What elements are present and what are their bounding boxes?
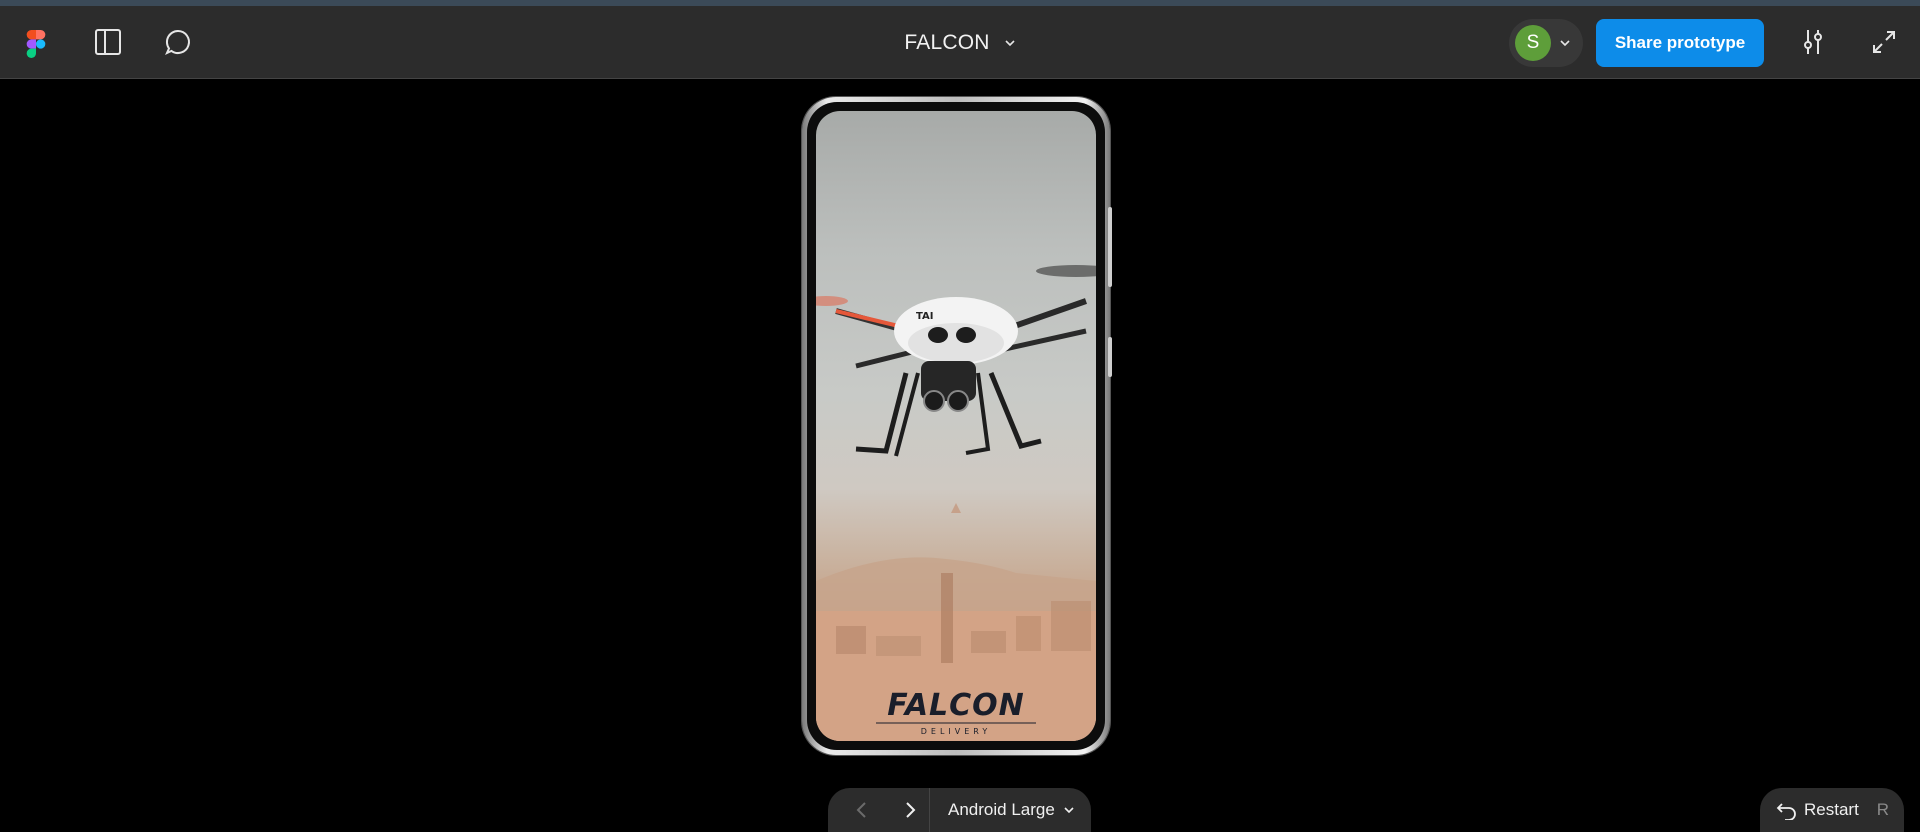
chevron-down-icon (1005, 39, 1015, 46)
prototype-screen[interactable]: TAI FALCON DELIVERY (816, 111, 1096, 741)
fullscreen-icon[interactable] (1864, 22, 1904, 62)
falcon-logo-text: FALCON (887, 688, 1025, 723)
chevron-down-icon (1064, 807, 1074, 814)
chevron-left-icon (856, 802, 866, 818)
device-frame: TAI FALCON DELIVERY (802, 97, 1112, 755)
share-prototype-button[interactable]: Share prototype (1596, 19, 1764, 67)
device-label: Android Large (948, 800, 1055, 819)
file-title-dropdown[interactable]: FALCON (904, 31, 1015, 55)
prototype-footer-controls: Android Large (828, 788, 1091, 832)
prototype-toolbar: FALCON S Share prototype (0, 6, 1920, 79)
svg-text:TAI: TAI (916, 311, 934, 322)
restart-icon (1776, 803, 1796, 820)
device-side-button (1108, 207, 1112, 287)
next-frame-button[interactable] (888, 788, 932, 832)
chevron-down-icon (1560, 40, 1570, 47)
comment-icon[interactable] (158, 22, 198, 62)
user-menu[interactable]: S (1509, 19, 1583, 67)
device-select[interactable]: Android Large (948, 788, 1075, 832)
figma-logo-icon[interactable] (20, 28, 52, 60)
previous-frame-button[interactable] (840, 788, 884, 832)
restart-button[interactable]: Restart R (1760, 788, 1904, 832)
settings-sliders-icon[interactable] (1793, 22, 1833, 62)
divider (929, 788, 930, 832)
avatar: S (1515, 25, 1551, 61)
restart-shortcut: R (1876, 800, 1890, 819)
restart-label: Restart (1804, 800, 1859, 819)
drone-hero-image: TAI FALCON DELIVERY (816, 265, 1096, 741)
chevron-right-icon (906, 802, 916, 818)
sidebar-toggle-icon[interactable] (88, 22, 128, 62)
device-side-button (1108, 337, 1112, 377)
file-title: FALCON (904, 30, 990, 54)
falcon-logo-subtext: DELIVERY (921, 727, 992, 736)
